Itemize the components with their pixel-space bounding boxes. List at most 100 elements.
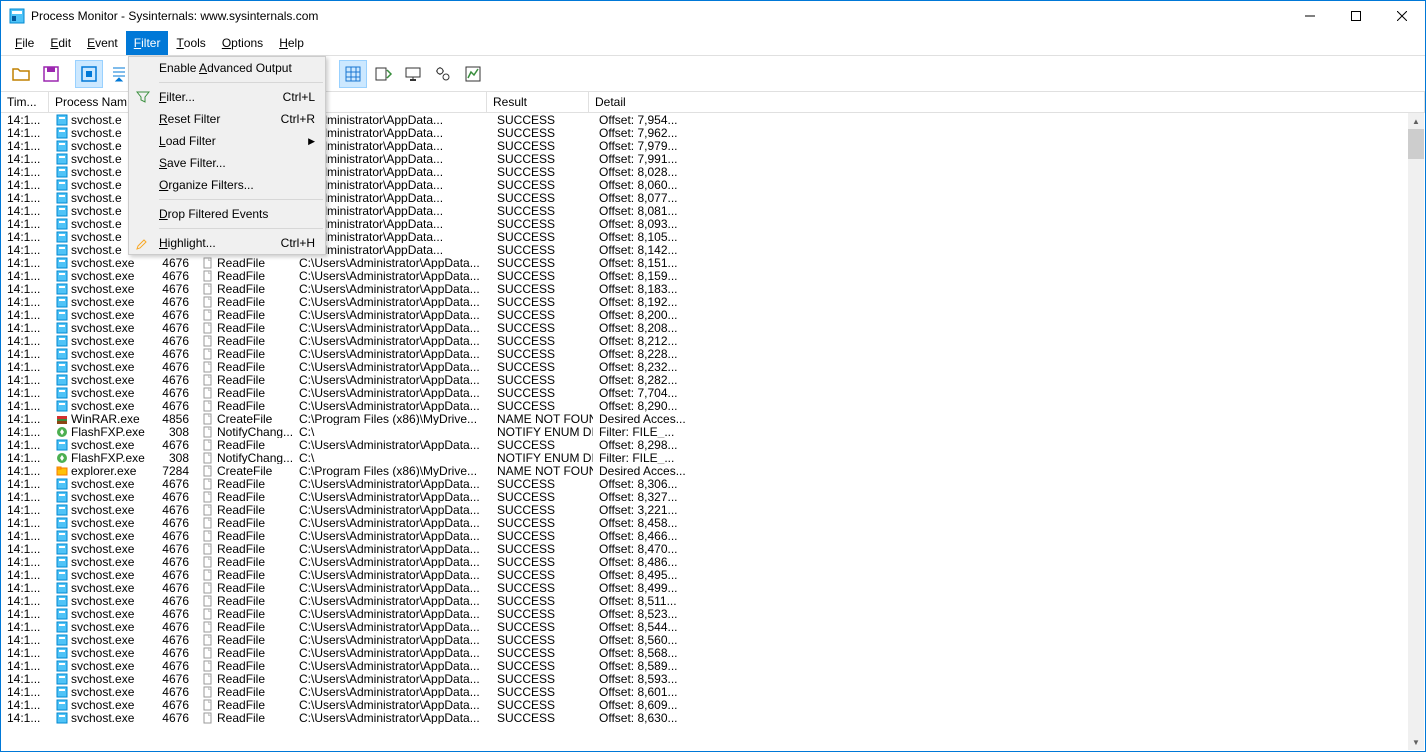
menu-item-reset-filter[interactable]: Reset FilterCtrl+R [129, 108, 325, 130]
event-row[interactable]: 14:1...FlashFXP.exe308NotifyChang...C:\N… [1, 425, 1408, 438]
cell-result: NOTIFY ENUM DIR [491, 451, 593, 464]
header-time[interactable]: Tim... [1, 92, 49, 112]
vertical-scrollbar[interactable]: ▲ ▼ [1408, 113, 1424, 750]
event-row[interactable]: 14:1...svchost.exe4676ReadFileC:\Users\A… [1, 373, 1408, 386]
minimize-button[interactable] [1287, 1, 1333, 31]
event-row[interactable]: 14:1...svchost.exe4676ReadFileC:\Users\A… [1, 438, 1408, 451]
menu-item-load-filter[interactable]: Load Filter▶ [129, 130, 325, 152]
menu-item-organize-filters-[interactable]: Organize Filters... [129, 174, 325, 196]
menu-item-enable-advanced-output[interactable]: Enable Advanced Output [129, 57, 325, 79]
event-row[interactable]: 14:1...svchost.exe4676ReadFileC:\Users\A… [1, 646, 1408, 659]
event-row[interactable]: 14:1...WinRAR.exe4856CreateFileC:\Progra… [1, 412, 1408, 425]
event-row[interactable]: 14:1...svchost.exe4676ReadFileC:\Users\A… [1, 633, 1408, 646]
event-row[interactable]: 14:1...svchost.exe4676ReadFileC:\Users\A… [1, 386, 1408, 399]
event-row[interactable]: 14:1...svchost.exe4676ReadFileC:\Users\A… [1, 594, 1408, 607]
maximize-button[interactable] [1333, 1, 1379, 31]
event-row[interactable]: 14:1...svchost.exe4676ReadFileC:\Users\A… [1, 321, 1408, 334]
cell-pid: 4676 [159, 282, 195, 295]
event-row[interactable]: 14:1...svchost.exe4676ReadFileC:\Users\A… [1, 256, 1408, 269]
event-row[interactable]: 14:1...svchost.exe4676ReadFileC:\Users\A… [1, 685, 1408, 698]
cell-detail: Offset: 8,290... [593, 399, 793, 412]
cell-result: SUCCESS [491, 321, 593, 334]
header-detail[interactable]: Detail [589, 92, 1425, 112]
event-row[interactable]: 14:1...svchost.exe4676ReadFileC:\Users\A… [1, 542, 1408, 555]
menu-item-save-filter-[interactable]: Save Filter... [129, 152, 325, 174]
event-row[interactable]: 14:1...svchost.exe4676ReadFileC:\Users\A… [1, 529, 1408, 542]
process-icon [55, 204, 69, 217]
process-icon [55, 516, 69, 529]
process-icon [55, 581, 69, 594]
close-button[interactable] [1379, 1, 1425, 31]
show-process-button[interactable] [429, 60, 457, 88]
cell-pid: 4676 [159, 269, 195, 282]
event-row[interactable]: 14:1...svchost.exe4676ReadFileC:\Users\A… [1, 698, 1408, 711]
scroll-down-button[interactable]: ▼ [1408, 734, 1424, 750]
event-row[interactable]: 14:1...svchost.exe4676ReadFileC:\Users\A… [1, 347, 1408, 360]
cell-time: 14:1... [1, 321, 49, 334]
menu-item-highlight-[interactable]: Highlight...Ctrl+H [129, 232, 325, 254]
event-row[interactable]: 14:1...svchost.exe4676ReadFileC:\Users\A… [1, 477, 1408, 490]
cell-time: 14:1... [1, 646, 49, 659]
event-row[interactable]: 14:1...svchost.exe4676ReadFileC:\Users\A… [1, 581, 1408, 594]
show-profiling-button[interactable] [459, 60, 487, 88]
event-row[interactable]: 14:1...svchost.exe4676ReadFileC:\Users\A… [1, 399, 1408, 412]
menu-item-filter-[interactable]: Filter...Ctrl+L [129, 86, 325, 108]
menu-event[interactable]: Event [79, 31, 126, 55]
event-row[interactable]: 14:1...svchost.exe4676ReadFileC:\Users\A… [1, 334, 1408, 347]
menu-item-drop-filtered-events[interactable]: Drop Filtered Events [129, 203, 325, 225]
capture-button[interactable] [75, 60, 103, 88]
cell-process: svchost.exe [49, 438, 159, 451]
event-row[interactable]: 14:1...svchost.exe4676ReadFileC:\Users\A… [1, 269, 1408, 282]
event-row[interactable]: 14:1...svchost.exe4676ReadFileC:\Users\A… [1, 659, 1408, 672]
show-network-button[interactable] [399, 60, 427, 88]
event-row[interactable]: 14:1...svchost.exe4676ReadFileC:\Users\A… [1, 503, 1408, 516]
menu-options[interactable]: Options [214, 31, 271, 55]
event-row[interactable]: 14:1...svchost.exe4676ReadFileC:\Users\A… [1, 295, 1408, 308]
event-row[interactable]: 14:1...svchost.exe4676ReadFileC:\Users\A… [1, 490, 1408, 503]
cell-pid: 4676 [159, 568, 195, 581]
event-row[interactable]: 14:1...svchost.exe4676ReadFileC:\Users\A… [1, 711, 1408, 724]
show-registry-button[interactable] [339, 60, 367, 88]
menu-file[interactable]: File [7, 31, 42, 55]
event-row[interactable]: 14:1...svchost.exe4676ReadFileC:\Users\A… [1, 308, 1408, 321]
operation-icon [201, 594, 215, 607]
event-row[interactable]: 14:1...svchost.exe4676ReadFileC:\Users\A… [1, 672, 1408, 685]
event-row[interactable]: 14:1...svchost.exe4676ReadFileC:\Users\A… [1, 360, 1408, 373]
event-row[interactable]: 14:1...FlashFXP.exe308NotifyChang...C:\N… [1, 451, 1408, 464]
event-row[interactable]: 14:1...svchost.exe4676ReadFileC:\Users\A… [1, 516, 1408, 529]
process-icon [55, 711, 69, 724]
cell-operation: ReadFile [195, 386, 293, 399]
cell-operation: ReadFile [195, 269, 293, 282]
event-row[interactable]: 14:1...explorer.exe7284CreateFileC:\Prog… [1, 464, 1408, 477]
scroll-thumb[interactable] [1408, 129, 1424, 159]
header-result[interactable]: Result [487, 92, 589, 112]
menu-filter[interactable]: Filter [126, 31, 169, 55]
event-row[interactable]: 14:1...svchost.exe4676ReadFileC:\Users\A… [1, 620, 1408, 633]
cell-time: 14:1... [1, 633, 49, 646]
cell-detail: Offset: 8,151... [593, 256, 793, 269]
cell-path: C:\Users\Administrator\AppData... [293, 256, 491, 269]
cell-pid: 4676 [159, 256, 195, 269]
cell-pid: 4676 [159, 620, 195, 633]
cell-time: 14:1... [1, 386, 49, 399]
process-icon [55, 178, 69, 191]
event-row[interactable]: 14:1...svchost.exe4676ReadFileC:\Users\A… [1, 555, 1408, 568]
show-filesystem-button[interactable] [369, 60, 397, 88]
cell-detail: Offset: 8,560... [593, 633, 793, 646]
open-button[interactable] [7, 60, 35, 88]
cell-operation: CreateFile [195, 412, 293, 425]
operation-icon [201, 555, 215, 568]
cell-path: C:\ [293, 451, 491, 464]
menu-help[interactable]: Help [271, 31, 312, 55]
event-row[interactable]: 14:1...svchost.exe4676ReadFileC:\Users\A… [1, 568, 1408, 581]
cell-process: svchost.exe [49, 490, 159, 503]
event-row[interactable]: 14:1...svchost.exe4676ReadFileC:\Users\A… [1, 607, 1408, 620]
cell-detail: Offset: 8,105... [593, 230, 793, 243]
save-button[interactable] [37, 60, 65, 88]
menu-separator [159, 199, 323, 200]
cell-path: C:\Users\Administrator\AppData... [293, 347, 491, 360]
menu-tools[interactable]: Tools [168, 31, 213, 55]
scroll-up-button[interactable]: ▲ [1408, 113, 1424, 129]
menu-edit[interactable]: Edit [42, 31, 79, 55]
event-row[interactable]: 14:1...svchost.exe4676ReadFileC:\Users\A… [1, 282, 1408, 295]
